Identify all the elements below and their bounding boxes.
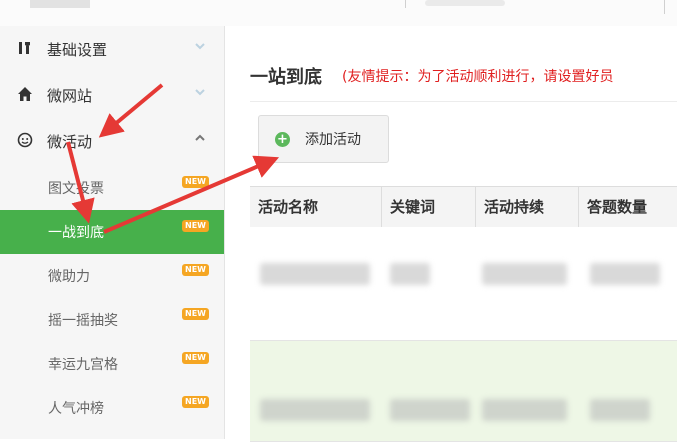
top-header	[0, 0, 677, 27]
sidebar-item-photo-vote[interactable]: 图文投票 NEW	[0, 166, 224, 210]
header-divider	[405, 0, 406, 8]
divider	[250, 101, 677, 102]
chevron-up-icon	[195, 134, 205, 141]
add-activity-button[interactable]: + 添加活动	[258, 115, 389, 163]
header-account-area[interactable]	[425, 0, 505, 6]
logo	[30, 0, 90, 8]
sidebar-item-quiz-challenge[interactable]: 一战到底 NEW	[0, 210, 224, 254]
sidebar-menu-microsite[interactable]: 微网站	[0, 72, 224, 118]
column-header-duration[interactable]: 活动持续	[476, 187, 579, 227]
sidebar-item-label: 人气冲榜	[48, 401, 104, 417]
new-badge: NEW	[182, 264, 209, 276]
tip-text: (友情提示：为了活动顺利进行，请设置好员	[342, 69, 614, 85]
table-cell	[390, 399, 470, 421]
new-badge: NEW	[182, 220, 209, 232]
chevron-down-icon	[195, 89, 205, 96]
main-content: 一站到底 (友情提示：为了活动顺利进行，请设置好员 + 添加活动 活动名称 关键…	[225, 26, 677, 442]
column-header-keyword[interactable]: 关键词	[382, 187, 476, 227]
table-cell	[590, 399, 650, 421]
sidebar-menu-label: 微活动	[47, 133, 93, 151]
table-cell	[260, 399, 370, 421]
table-cell	[482, 263, 567, 285]
table-cell	[590, 263, 660, 285]
wrench-icon	[17, 40, 33, 56]
table-header: 活动名称 关键词 活动持续 答题数量	[250, 186, 677, 228]
sidebar-item-boost[interactable]: 微助力 NEW	[0, 254, 224, 298]
plus-icon: +	[275, 132, 290, 147]
new-badge: NEW	[182, 308, 209, 320]
sidebar-item-shake-lottery[interactable]: 摇一摇抽奖 NEW	[0, 298, 224, 342]
table-cell	[390, 263, 430, 285]
table-cell	[482, 399, 567, 421]
new-badge: NEW	[182, 352, 209, 364]
new-badge: NEW	[182, 396, 209, 408]
sidebar: 基础设置 微网站 微活动 图文投票 NEW 一战到底 NEW 微助力 NEW 摇…	[0, 26, 225, 439]
sidebar-item-lucky-grid[interactable]: 幸运九宫格 NEW	[0, 342, 224, 386]
sidebar-item-label: 微助力	[48, 269, 90, 285]
face-icon	[17, 132, 33, 148]
sidebar-item-label: 幸运九宫格	[48, 357, 118, 373]
header-divider	[664, 0, 665, 14]
column-header-question-count[interactable]: 答题数量	[579, 187, 677, 227]
table-row[interactable]	[250, 227, 677, 341]
sidebar-menu-label: 基础设置	[47, 41, 108, 59]
table-cell	[260, 263, 370, 285]
sidebar-item-label: 一战到底	[48, 225, 104, 241]
table-row[interactable]	[250, 341, 677, 442]
page-title: 一站到底	[250, 67, 322, 88]
sidebar-item-popularity-rank[interactable]: 人气冲榜 NEW	[0, 386, 224, 430]
column-header-name[interactable]: 活动名称	[250, 187, 382, 227]
sidebar-item-label: 摇一摇抽奖	[48, 313, 118, 329]
add-activity-label: 添加活动	[305, 132, 361, 148]
home-icon	[17, 86, 33, 102]
sidebar-menu-basic-settings[interactable]: 基础设置	[0, 26, 224, 72]
sidebar-menu-label: 微网站	[47, 87, 93, 105]
chevron-down-icon	[195, 43, 205, 50]
new-badge: NEW	[182, 176, 209, 188]
sidebar-menu-micro-activity[interactable]: 微活动	[0, 118, 224, 164]
sidebar-item-label: 图文投票	[48, 181, 104, 197]
